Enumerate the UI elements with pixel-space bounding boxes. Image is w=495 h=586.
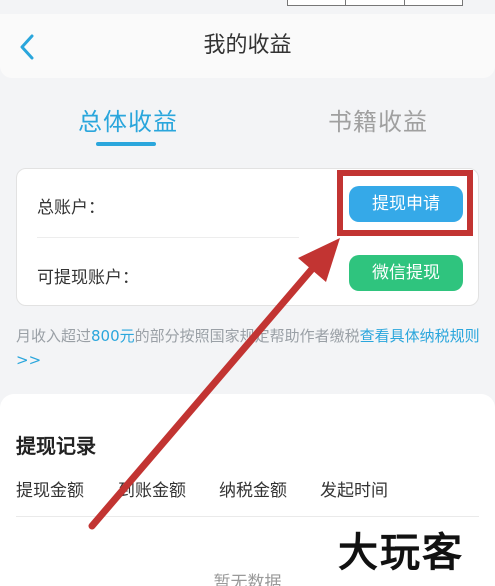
app-header: 我的收益 bbox=[0, 14, 495, 78]
records-title: 提现记录 bbox=[16, 434, 96, 458]
top-cropped-box bbox=[287, 0, 463, 6]
page-title: 我的收益 bbox=[203, 33, 292, 58]
notice-amount: 800元 bbox=[91, 327, 135, 345]
records-divider bbox=[16, 516, 479, 517]
tab-active-indicator bbox=[96, 142, 156, 146]
column-initiated-time: 发起时间 bbox=[320, 481, 388, 501]
watermark-logo: 大玩客 bbox=[338, 530, 464, 576]
annotation-highlight-box bbox=[337, 170, 473, 236]
notice-prefix: 月收入超过 bbox=[16, 327, 92, 345]
notice-middle: 的部分按照国家规定帮助作者缴税 bbox=[134, 327, 360, 345]
tax-notice: 月收入超过800元的部分按照国家规定帮助作者缴税查看具体纳税规则>> bbox=[16, 324, 482, 372]
tab-book-earnings[interactable]: 书籍收益 bbox=[328, 102, 428, 137]
tab-bar: 总体收益 书籍收益 bbox=[0, 96, 495, 152]
column-received-amount: 到账金额 bbox=[118, 481, 186, 501]
card-divider bbox=[37, 237, 299, 238]
wechat-withdraw-button[interactable]: 微信提现 bbox=[349, 255, 463, 291]
tab-total-earnings[interactable]: 总体收益 bbox=[78, 102, 178, 137]
column-withdraw-amount: 提现金额 bbox=[16, 481, 84, 501]
withdrawable-account-label: 可提现账户： bbox=[37, 268, 139, 288]
total-account-label: 总账户： bbox=[37, 198, 105, 218]
column-tax-amount: 纳税金额 bbox=[219, 481, 287, 501]
